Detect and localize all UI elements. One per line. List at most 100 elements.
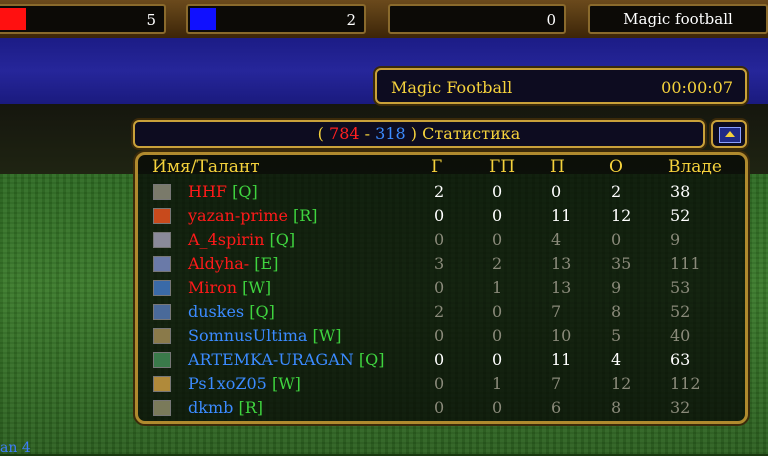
red-team-score: 5 (146, 11, 156, 29)
stat-gp: 0 (492, 350, 503, 369)
player-talent: [W] (237, 278, 272, 297)
stat-gp: 1 (492, 278, 503, 297)
col-header-goals: Г (431, 157, 443, 177)
game-name: Magic Football (391, 78, 513, 97)
stat-g: 2 (434, 182, 445, 201)
stat-p: 0 (551, 182, 562, 201)
player-name-text: yazan-prime (188, 206, 288, 225)
stat-o: 35 (611, 254, 632, 273)
stat-v: 52 (670, 302, 691, 321)
score-close-paren: ) (410, 124, 418, 143)
player-row: A_4spirin [Q] 0 0 4 0 9 (138, 228, 745, 252)
stat-g: 0 (434, 206, 445, 225)
stat-o: 0 (611, 230, 622, 249)
player-row: dkmb [R] 0 0 6 8 32 (138, 396, 745, 420)
stat-gp: 0 (492, 182, 503, 201)
player-row: duskes [Q] 2 0 7 8 52 (138, 300, 745, 324)
player-name: Ps1xoZ05 [W] (188, 374, 301, 393)
stat-v: 40 (670, 326, 691, 345)
stat-o: 9 (611, 278, 622, 297)
col-header-assists: ГП (489, 157, 516, 177)
chevron-up-icon (719, 127, 741, 143)
stat-gp: 0 (492, 326, 503, 345)
player-name: ARTEMKA-URAGAN [Q] (188, 350, 384, 369)
stat-gp: 0 (492, 230, 503, 249)
player-talent: [Q] (264, 230, 296, 249)
player-name: Miron [W] (188, 278, 271, 297)
stat-v: 9 (670, 230, 681, 249)
hero-portrait-icon (153, 184, 171, 200)
player-talent: [R] (233, 398, 263, 417)
player-name-text: Ps1xoZ05 (188, 374, 267, 393)
stat-gp: 0 (492, 206, 503, 225)
col-header-possession: Владе (668, 157, 722, 177)
stat-g: 0 (434, 278, 445, 297)
col-header-name: Имя/Талант (152, 157, 260, 177)
player-row: ARTEMKA-URAGAN [Q] 0 0 11 4 63 (138, 348, 745, 372)
stat-g: 0 (434, 350, 445, 369)
stat-o: 4 (611, 350, 622, 369)
hero-portrait-icon (153, 400, 171, 416)
player-talent: [Q] (353, 350, 385, 369)
red-team-color-box (0, 8, 26, 30)
stat-v: 53 (670, 278, 691, 297)
stat-o: 2 (611, 182, 622, 201)
stat-p: 11 (551, 350, 572, 369)
stat-o: 8 (611, 302, 622, 321)
player-talent: [Q] (244, 302, 275, 321)
hero-portrait-icon (153, 280, 171, 296)
stat-v: 32 (670, 398, 691, 417)
col-header-passes: П (550, 157, 565, 177)
stat-p: 11 (551, 206, 572, 225)
player-talent: [W] (266, 374, 301, 393)
player-name: Aldyha- [E] (188, 254, 278, 273)
stat-p: 7 (551, 302, 562, 321)
player-row: SomnusUltima [W] 0 0 10 5 40 (138, 324, 745, 348)
blue-team-color-box (190, 8, 216, 30)
player-row: Aldyha- [E] 3 2 13 35 111 (138, 252, 745, 276)
stat-p: 6 (551, 398, 562, 417)
map-title: Magic football (623, 10, 733, 28)
player-name: duskes [Q] (188, 302, 275, 321)
stat-v: 112 (670, 374, 701, 393)
stat-p: 7 (551, 374, 562, 393)
col-header-o: О (609, 157, 623, 177)
stat-v: 52 (670, 206, 691, 225)
player-name-text: SomnusUltima (188, 326, 308, 345)
stat-v: 111 (670, 254, 701, 273)
hero-portrait-icon (153, 304, 171, 320)
collapse-board-button[interactable] (711, 120, 747, 148)
stat-p: 4 (551, 230, 562, 249)
score-separator: - (364, 124, 371, 143)
player-name-text: HHF (188, 182, 228, 201)
player-talent: [Q] (227, 182, 258, 201)
stats-header: ( 784 - 318 ) Статистика (133, 120, 705, 148)
player-name-text: duskes (188, 302, 245, 321)
top-bar: 5 2 0 Magic football (0, 0, 768, 38)
stat-o: 12 (611, 206, 632, 225)
player-row: HHF [Q] 2 0 0 2 38 (138, 180, 745, 204)
stat-p: 10 (551, 326, 572, 345)
player-name-text: Aldyha- (188, 254, 250, 273)
stat-g: 0 (434, 398, 445, 417)
player-name: A_4spirin [Q] (188, 230, 295, 249)
score-red: 784 (329, 124, 360, 143)
player-name: HHF [Q] (188, 182, 258, 201)
stat-p: 13 (551, 278, 572, 297)
player-name-text: ARTEMKA-URAGAN (188, 350, 354, 369)
stat-gp: 0 (492, 302, 503, 321)
game-info-panel: Magic Football 00:00:07 (375, 68, 747, 104)
player-talent: [E] (249, 254, 279, 273)
player-name: yazan-prime [R] (188, 206, 318, 225)
player-name-text: Miron (188, 278, 238, 297)
hero-portrait-icon (153, 256, 171, 272)
stat-gp: 2 (492, 254, 503, 273)
stat-gp: 1 (492, 374, 503, 393)
game-timer: 00:00:07 (661, 78, 733, 97)
player-talent: [W] (307, 326, 342, 345)
stat-g: 0 (434, 326, 445, 345)
hero-portrait-icon (153, 328, 171, 344)
player-name: dkmb [R] (188, 398, 263, 417)
stat-o: 8 (611, 398, 622, 417)
hero-portrait-icon (153, 232, 171, 248)
